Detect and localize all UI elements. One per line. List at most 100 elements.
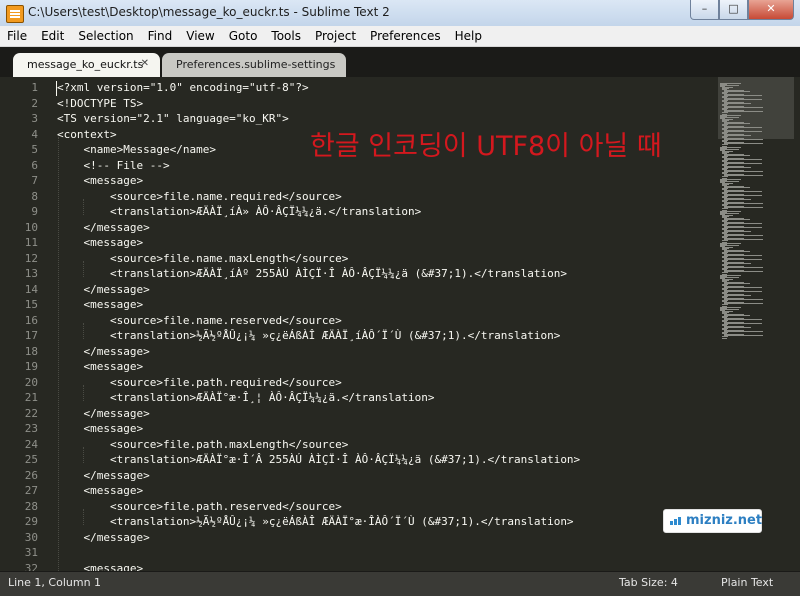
tab-label: Preferences.sublime-settings <box>176 58 336 71</box>
minimap-line <box>724 327 752 328</box>
menu-project[interactable]: Project <box>308 26 363 46</box>
syntax-selector[interactable]: Plain Text <box>721 576 773 589</box>
code-line: <translation>ÆÄÀÏ¸íÀº 255ÀÚ ÀÌÇÏ·Î ÀÔ·ÂÇ… <box>57 267 567 280</box>
line-number: 3 <box>31 112 38 125</box>
code-line: <message> <box>57 561 144 572</box>
minimap-line <box>722 144 728 145</box>
minimap-line <box>724 295 752 296</box>
tab-bar: message_ko_euckr.ts ✕ Preferences.sublim… <box>0 47 800 77</box>
minimap-line <box>724 95 763 96</box>
tab-message-ko-euckr[interactable]: message_ko_euckr.ts ✕ <box>13 53 160 77</box>
line-number: 26 <box>24 468 38 482</box>
minimap-line <box>724 99 763 100</box>
minimap-line <box>724 111 764 112</box>
code-line: </message> <box>57 530 150 544</box>
code-line: <!DOCTYPE TS> <box>57 96 144 110</box>
minimap-line <box>724 227 763 228</box>
menu-help[interactable]: Help <box>448 26 489 46</box>
code-line: <source>file.path.maxLength</source> <box>57 437 349 451</box>
minimap-line <box>724 283 751 284</box>
line-number: 10 <box>24 220 38 234</box>
line-number: 27 <box>24 484 38 497</box>
line-number: 8 <box>31 189 38 203</box>
maximize-button[interactable]: □ <box>719 0 748 20</box>
minimap-line <box>724 291 763 292</box>
line-number: 30 <box>24 530 38 544</box>
code-line: <source>file.name.required</source> <box>57 189 342 203</box>
line-number: 23 <box>24 422 38 435</box>
minimap-line <box>724 131 763 132</box>
title-bar: C:\Users\test\Desktop\message_ko_euckr.t… <box>0 0 800 27</box>
code-line: <message> <box>57 360 144 373</box>
code-line: </message> <box>57 220 150 234</box>
minimap-line <box>724 135 752 136</box>
minimap-line <box>722 176 728 177</box>
menu-bar: File Edit Selection Find View Goto Tools… <box>0 26 800 47</box>
minimap-line <box>724 251 751 252</box>
line-number: 15 <box>24 298 38 311</box>
menu-goto[interactable]: Goto <box>222 26 265 46</box>
minimap-line <box>724 207 764 208</box>
minimap-line <box>724 323 763 324</box>
code-line: <source>file.name.reserved</source> <box>57 313 342 327</box>
menu-preferences[interactable]: Preferences <box>363 26 448 46</box>
code-line: </message> <box>57 344 150 358</box>
minimap-line <box>724 127 763 128</box>
line-number: 13 <box>24 267 38 280</box>
korean-annotation: 한글 인코딩이 UTF8이 아닐 때 <box>310 131 662 162</box>
tab-close-icon[interactable]: ✕ <box>141 58 149 69</box>
code-line: <translation>ÆÄÀÏ°æ·Î´Â 255ÀÚ ÀÌÇÏ·Î ÀÔ·… <box>57 453 581 466</box>
code-line: <translation>ÆÄÀÏ¸íÀ» ÀÔ·ÂÇÏ¼¼¿ä.</trans… <box>57 205 422 218</box>
code-line: <translation>½Ã½ºÅÛ¿¡¼­ »ç¿ëÁßÀÎ ÆÄÀÏ¸íÀ… <box>57 329 561 342</box>
minimap-line <box>724 203 764 204</box>
line-number: 17 <box>24 329 38 342</box>
minimap-line <box>724 187 751 188</box>
tab-size-selector[interactable]: Tab Size: 4 <box>619 576 678 589</box>
code-line: </message> <box>57 406 150 420</box>
menu-find[interactable]: Find <box>141 26 180 46</box>
line-number: 11 <box>24 236 38 249</box>
minimap-line <box>724 271 764 272</box>
code-line: <?xml version="1.0" encoding="utf-8"?> <box>57 81 309 94</box>
line-number: 18 <box>24 344 38 358</box>
menu-tools[interactable]: Tools <box>264 26 308 46</box>
close-button[interactable]: ✕ <box>748 0 794 20</box>
minimap[interactable] <box>716 77 800 571</box>
line-number: 16 <box>24 313 38 327</box>
window-title: C:\Users\test\Desktop\message_ko_euckr.t… <box>28 5 390 19</box>
line-number: 5 <box>31 143 38 156</box>
line-number: 2 <box>31 96 38 110</box>
menu-selection[interactable]: Selection <box>71 26 140 46</box>
minimap-line <box>724 319 763 320</box>
window-controls: – □ ✕ <box>690 0 794 20</box>
code-line: <message> <box>57 298 144 311</box>
line-number: 32 <box>24 561 38 572</box>
minimap-line <box>724 223 763 224</box>
tab-preferences-settings[interactable]: Preferences.sublime-settings <box>162 53 346 77</box>
line-number: 31 <box>24 546 38 559</box>
line-number: 4 <box>31 127 38 141</box>
menu-view[interactable]: View <box>179 26 221 46</box>
code-line: <!-- File --> <box>57 158 170 172</box>
minimize-button[interactable]: – <box>690 0 719 20</box>
minimap-line <box>724 107 764 108</box>
menu-file[interactable]: File <box>0 26 34 46</box>
code-line: <message> <box>57 484 144 497</box>
line-number: 22 <box>24 406 38 420</box>
minimap-line <box>724 219 751 220</box>
minimap-line <box>724 259 763 260</box>
minimap-line <box>724 303 764 304</box>
watermark-badge: mizniz.net <box>663 509 762 533</box>
minimap-line <box>722 338 728 339</box>
line-number: 6 <box>31 158 38 172</box>
code-line: <message> <box>57 236 144 249</box>
line-number: 20 <box>24 375 38 389</box>
minimap-line <box>724 191 763 192</box>
line-number: 1 <box>31 81 38 94</box>
minimap-line <box>724 331 764 332</box>
line-number: 29 <box>24 515 38 528</box>
menu-edit[interactable]: Edit <box>34 26 71 46</box>
code-line: <translation>½Ã½ºÅÛ¿¡¼­ »ç¿ëÁßÀÎ ÆÄÀÏ°æ·… <box>57 515 574 528</box>
line-number: 14 <box>24 282 38 296</box>
minimap-line <box>724 159 763 160</box>
